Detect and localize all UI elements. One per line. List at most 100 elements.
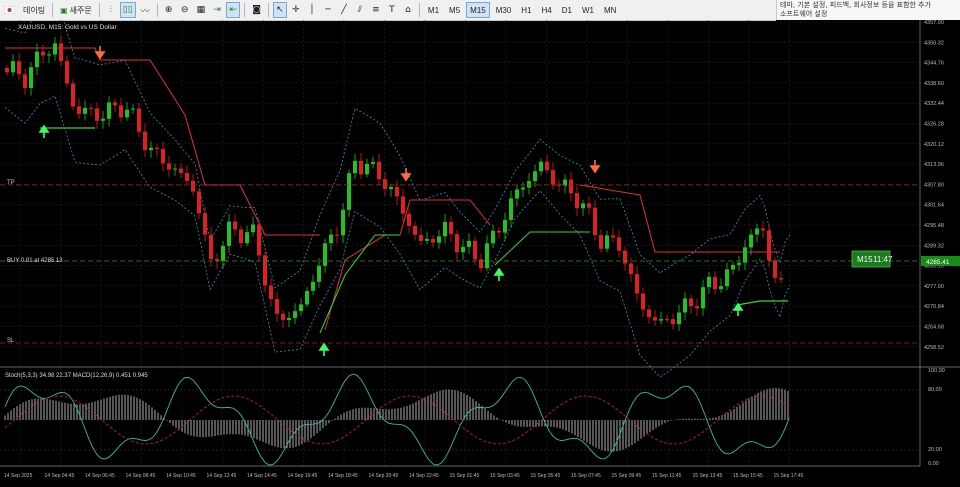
supertrend-up-3 <box>494 231 590 266</box>
candle-body <box>431 238 435 243</box>
candle-body <box>467 240 471 247</box>
flag-icon[interactable] <box>1 2 18 18</box>
candle-body <box>251 224 255 233</box>
tf-w1[interactable]: W1 <box>578 2 598 18</box>
candle-body <box>599 235 603 249</box>
candle-body <box>425 238 429 241</box>
chart-shift-icon[interactable]: ⇤ <box>226 2 241 18</box>
candle-body <box>677 312 681 325</box>
cursor-icon[interactable]: ↖ <box>272 2 287 18</box>
candle-body <box>299 304 303 312</box>
tf-m5[interactable]: M5 <box>445 2 464 18</box>
time-tick-label: 15 Sep 03:45 <box>490 473 520 479</box>
price-tick-label: 4313.96 <box>924 162 944 168</box>
candle-body <box>371 161 375 164</box>
candle-body <box>53 43 57 55</box>
candle-body <box>131 108 135 110</box>
tooltip-line-2: 소프트웨어 설정 <box>780 10 828 18</box>
candle-body <box>167 163 171 170</box>
candle-body <box>149 147 153 151</box>
price-tick-label: 4289.32 <box>924 243 944 249</box>
sell-arrow-icon <box>400 168 412 182</box>
candle-body <box>347 173 351 210</box>
buy-arrow-icon <box>493 267 505 281</box>
time-tick-label: 15 Sep 11:45 <box>652 473 682 479</box>
timer-tf: M15 <box>857 255 873 264</box>
tf-h1[interactable]: H1 <box>517 2 535 18</box>
crosshair-icon[interactable]: ✛ <box>289 2 303 18</box>
indicator-tick-label: 20.00 <box>928 447 942 453</box>
price-chart[interactable]: 4357.00 4350.32 4344.76 4338.60 4332.44 4326.… <box>0 20 960 487</box>
zoom-out-icon[interactable]: ⊖ <box>178 2 192 18</box>
trading-label[interactable]: 데이팅 <box>20 2 48 18</box>
time-tick-label: 15 Sep 07:45 <box>571 473 601 479</box>
candle-body <box>497 230 501 233</box>
tooltip-line-1: 테마, 기본 설정, 피드백, 회사정보 등을 표함한 추가 <box>780 1 932 9</box>
tf-m15[interactable]: M15 <box>466 2 490 18</box>
time-tick-label: 14 Sep 16:45 <box>288 473 318 479</box>
candle-body <box>707 276 711 288</box>
sell-arrow-icon <box>589 160 601 174</box>
price-tick-label: 4270.84 <box>924 304 944 310</box>
tf-d1[interactable]: D1 <box>558 2 576 18</box>
candle-body <box>305 290 309 305</box>
tp-label: TP <box>7 180 15 186</box>
tf-m1[interactable]: M1 <box>424 2 443 18</box>
candle-body <box>161 148 165 164</box>
time-tick-label: 14 Sep 14:45 <box>247 473 277 479</box>
candle-body <box>329 234 333 244</box>
fibonacci-icon[interactable]: ≡ <box>369 2 383 18</box>
bar-chart-icon[interactable]: ⫶ <box>104 2 118 18</box>
candle-body <box>395 187 399 197</box>
candle-body <box>287 317 291 320</box>
candle-body <box>143 131 147 151</box>
sl-label: SL <box>7 338 15 344</box>
autoscroll-icon[interactable]: ⇥ <box>210 2 224 18</box>
stoch-signal-line <box>4 395 790 445</box>
line-chart-icon[interactable]: 〰 <box>138 2 153 18</box>
candle-body <box>767 230 771 261</box>
candle-body <box>221 245 225 261</box>
shapes-icon[interactable]: ⌂ <box>401 2 415 18</box>
tf-h4[interactable]: H4 <box>538 2 556 18</box>
candle-body <box>89 107 93 109</box>
candle-body <box>335 234 339 236</box>
candle-body <box>629 263 633 274</box>
candle-body <box>473 240 477 260</box>
screenshot-icon[interactable]: ◙ <box>249 2 264 18</box>
buy-level-label: BUY 0.01 at 4285.13 <box>7 258 63 264</box>
tf-m30[interactable]: M30 <box>492 2 516 18</box>
price-tick-label: 4332.44 <box>924 101 944 107</box>
candle-body <box>611 235 615 238</box>
grid-icon[interactable]: ▦ <box>194 2 209 18</box>
candle-body <box>47 54 51 56</box>
candle-body <box>683 298 687 313</box>
candle-body <box>353 160 357 174</box>
candlestick-icon[interactable]: ▯▯ <box>119 2 136 18</box>
channel-icon[interactable]: ⫽ <box>353 2 367 18</box>
time-tick-label: 15 Sep 01:45 <box>450 473 480 479</box>
text-icon[interactable]: T <box>385 2 399 18</box>
candle-body <box>83 107 87 114</box>
candle-body <box>293 311 297 318</box>
candle-body <box>215 258 219 261</box>
horizontal-line-icon[interactable]: ─ <box>321 2 335 18</box>
candle-body <box>749 234 753 248</box>
candle-body <box>551 170 555 185</box>
candle-body <box>485 243 489 269</box>
candle-body <box>713 276 717 290</box>
candle-body <box>209 234 213 259</box>
candle-body <box>503 219 507 233</box>
tf-mn[interactable]: MN <box>600 2 620 18</box>
trendline-icon[interactable]: ╱ <box>337 2 351 18</box>
sell-arrow-icon <box>94 46 106 60</box>
new-order-button[interactable]: ▣ 새주문 <box>57 2 95 18</box>
candle-body <box>281 313 285 320</box>
divider <box>156 3 158 17</box>
price-tick-label: 4338.60 <box>924 81 944 87</box>
candle-body <box>245 232 249 244</box>
candle-body <box>365 163 369 175</box>
zoom-in-icon[interactable]: ⊕ <box>162 2 176 18</box>
vertical-line-icon[interactable]: │ <box>305 2 319 18</box>
candle-body <box>155 147 159 149</box>
